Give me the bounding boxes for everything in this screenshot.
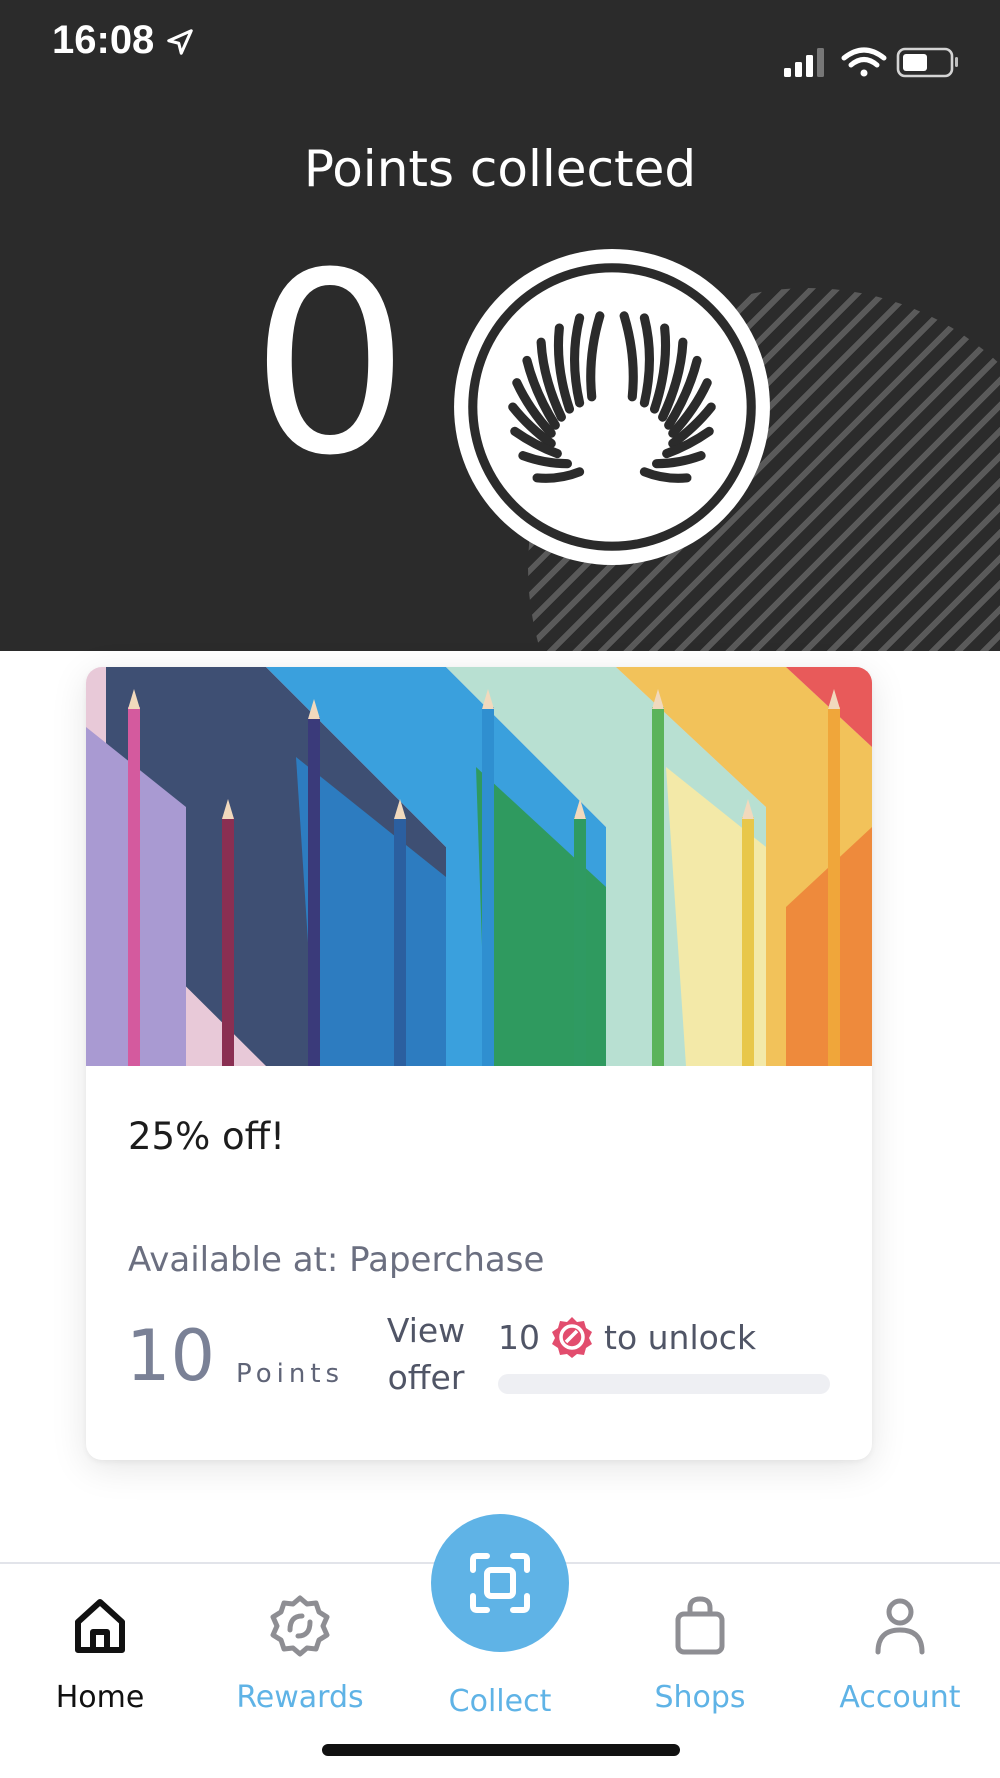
- nav-label-shops: Shops: [654, 1680, 746, 1715]
- status-time: 16:08: [52, 18, 195, 63]
- unlock-progress-bar: [498, 1374, 830, 1394]
- collect-button[interactable]: [431, 1514, 569, 1652]
- offer-availability: Available at: Paperchase: [128, 1240, 545, 1280]
- wifi-icon: [841, 47, 887, 77]
- nav-label-rewards: Rewards: [236, 1680, 364, 1715]
- nav-item-account[interactable]: Account: [800, 1594, 1000, 1715]
- points-collected-title: Points collected: [303, 140, 697, 198]
- colored-pencils-photo: [86, 667, 872, 1066]
- wing-coin-logo: [454, 249, 770, 565]
- points-header: 16:08 Points collected 0: [0, 0, 1000, 651]
- offer-points-unit: Points: [236, 1359, 345, 1389]
- scan-icon: [470, 1553, 530, 1613]
- view-offer-button[interactable]: View offer: [366, 1307, 486, 1401]
- offer-points-cost: 10: [126, 1315, 216, 1397]
- battery-icon: [896, 47, 958, 78]
- points-balance: 0: [250, 219, 410, 510]
- unlock-requirement: 10 to unlock: [498, 1312, 756, 1362]
- unlock-amount: 10: [498, 1317, 540, 1357]
- shopping-bag-icon: [675, 1596, 725, 1655]
- nav-item-home[interactable]: Home: [0, 1594, 200, 1715]
- nav-label-home: Home: [55, 1680, 145, 1715]
- signal-icon: [784, 48, 824, 77]
- status-icons: [784, 47, 958, 78]
- person-icon: [875, 1598, 925, 1655]
- offer-title: 25% off!: [128, 1115, 285, 1158]
- nav-item-shops[interactable]: Shops: [600, 1594, 800, 1715]
- nav-label-collect[interactable]: Collect: [400, 1684, 600, 1719]
- rewards-badge-icon: [552, 1317, 592, 1358]
- nav-label-account: Account: [839, 1680, 961, 1715]
- unlock-text: to unlock: [604, 1317, 757, 1357]
- offer-card[interactable]: 25% off! Available at: Paperchase 10 Poi…: [86, 667, 872, 1460]
- nav-item-rewards[interactable]: Rewards: [200, 1594, 400, 1715]
- home-indicator: [322, 1744, 680, 1756]
- home-icon: [75, 1599, 125, 1653]
- view-offer-label-line1: View: [386, 1311, 466, 1350]
- rewards-badge-icon: [270, 1595, 330, 1657]
- location-arrow-icon: [167, 29, 194, 56]
- view-offer-label-line2: offer: [387, 1358, 465, 1397]
